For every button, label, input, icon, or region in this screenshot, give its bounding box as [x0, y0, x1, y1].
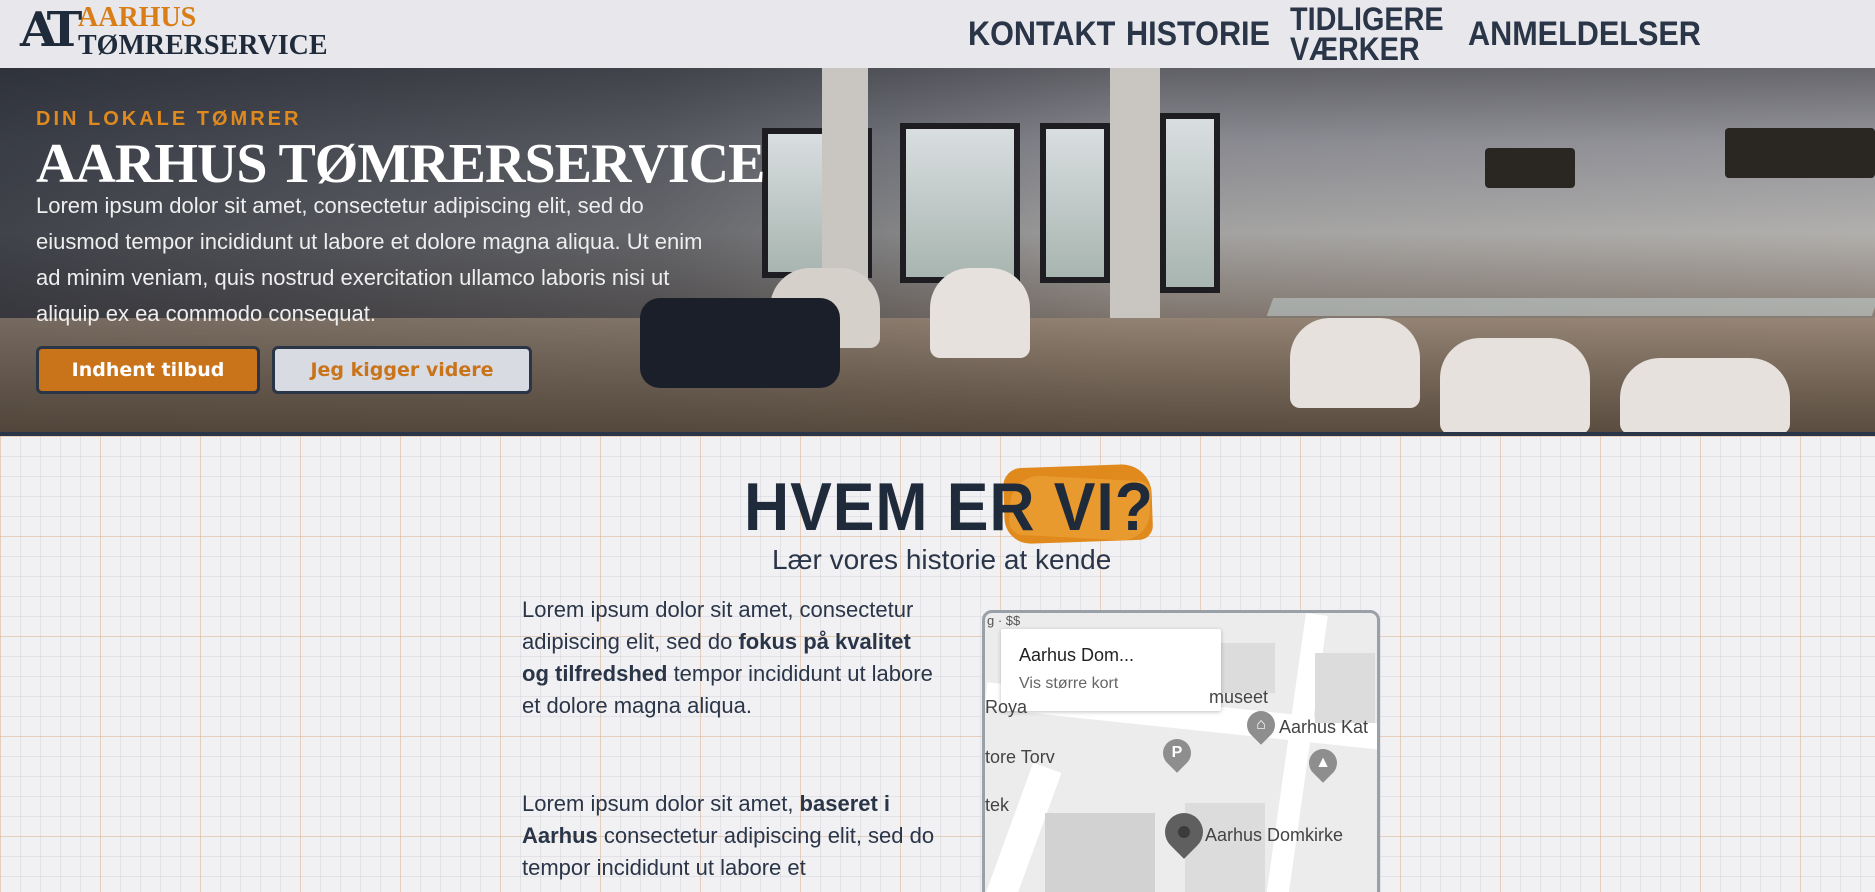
- logo-line-2: TØMRERSERVICE: [78, 30, 328, 61]
- map-block: [1215, 643, 1275, 693]
- museum-pin-icon[interactable]: ⌂: [1241, 705, 1281, 745]
- nav-item-historie[interactable]: HISTORIE: [1126, 17, 1270, 51]
- section-subtitle: Lær vores historie at kende: [772, 544, 1112, 575]
- hero-table-decoration: [1266, 298, 1875, 316]
- browse-more-button[interactable]: Jeg kigger videre: [272, 346, 532, 394]
- section-title-part-1: HVEM ER: [744, 469, 1054, 545]
- site-logo[interactable]: AT AARHUS TØMRERSERVICE: [20, 4, 328, 60]
- map-tag: g · $$: [987, 613, 1021, 628]
- map-block: [1185, 803, 1265, 892]
- map-block: [1315, 653, 1375, 723]
- map-block: [1045, 813, 1155, 892]
- embedded-map[interactable]: g · $$ Aarhus Dom... Vis større kort mus…: [982, 610, 1380, 892]
- logo-text: AARHUS TØMRERSERVICE: [78, 4, 328, 60]
- request-quote-button[interactable]: Indhent tilbud: [36, 346, 260, 394]
- nav-item-tidligere-vaerker[interactable]: TIDLIGERE VÆRKER: [1290, 3, 1444, 65]
- hero-window-decoration: [900, 123, 1020, 283]
- map-info-card: Aarhus Dom... Vis større kort: [1001, 629, 1221, 711]
- hero-window-decoration: [1040, 123, 1110, 283]
- about-paragraph-1: Lorem ipsum dolor sit amet, consectetur …: [522, 594, 942, 722]
- hero-lamp-decoration: [1725, 128, 1875, 178]
- parking-pin-icon[interactable]: P: [1157, 733, 1197, 773]
- map-label: Aarhus Kat: [1279, 717, 1369, 737]
- hero-chair-decoration: [1290, 318, 1420, 408]
- hero-lamp-decoration: [1485, 148, 1575, 188]
- hero-pillar-decoration: [1110, 68, 1160, 318]
- about-paragraph-2: Lorem ipsum dolor sit amet, baseret i Aa…: [522, 788, 942, 884]
- logo-mark: AT: [20, 2, 82, 58]
- hero-kicker: DIN LOKALE TØMRER: [36, 108, 302, 130]
- hero-title: AARHUS TØMRERSERVICE: [36, 133, 765, 195]
- top-navigation-bar: AT AARHUS TØMRERSERVICE KONTAKT HISTORIE…: [0, 0, 1875, 68]
- map-label: museet: [1209, 687, 1269, 707]
- hero-chair-decoration: [1620, 358, 1790, 434]
- hero-chair-decoration: [930, 268, 1030, 358]
- paragraph-text: Lorem ipsum dolor sit amet,: [522, 791, 800, 816]
- hero-window-decoration: [1160, 113, 1220, 293]
- school-pin-icon[interactable]: ▲: [1303, 743, 1343, 783]
- map-card-title: Aarhus Dom...: [1019, 645, 1135, 665]
- nav-item-kontakt[interactable]: KONTAKT: [968, 17, 1115, 51]
- section-title: HVEM ER VI?: [744, 468, 1154, 546]
- map-label: Roya: [985, 697, 1028, 717]
- map-label: tore Torv: [985, 747, 1055, 767]
- map-label: Aarhus Domkirke: [1205, 825, 1344, 845]
- section-title-part-2: VI?: [1053, 469, 1154, 545]
- hero-chair-decoration: [1440, 338, 1590, 434]
- nav-item-anmeldelser[interactable]: ANMELDELSER: [1468, 17, 1701, 51]
- view-larger-map-link[interactable]: Vis større kort: [1019, 675, 1118, 693]
- map-label: tek: [985, 795, 1010, 815]
- logo-line-1: AARHUS: [78, 2, 197, 33]
- hero-description: Lorem ipsum dolor sit amet, consectetur …: [36, 193, 703, 326]
